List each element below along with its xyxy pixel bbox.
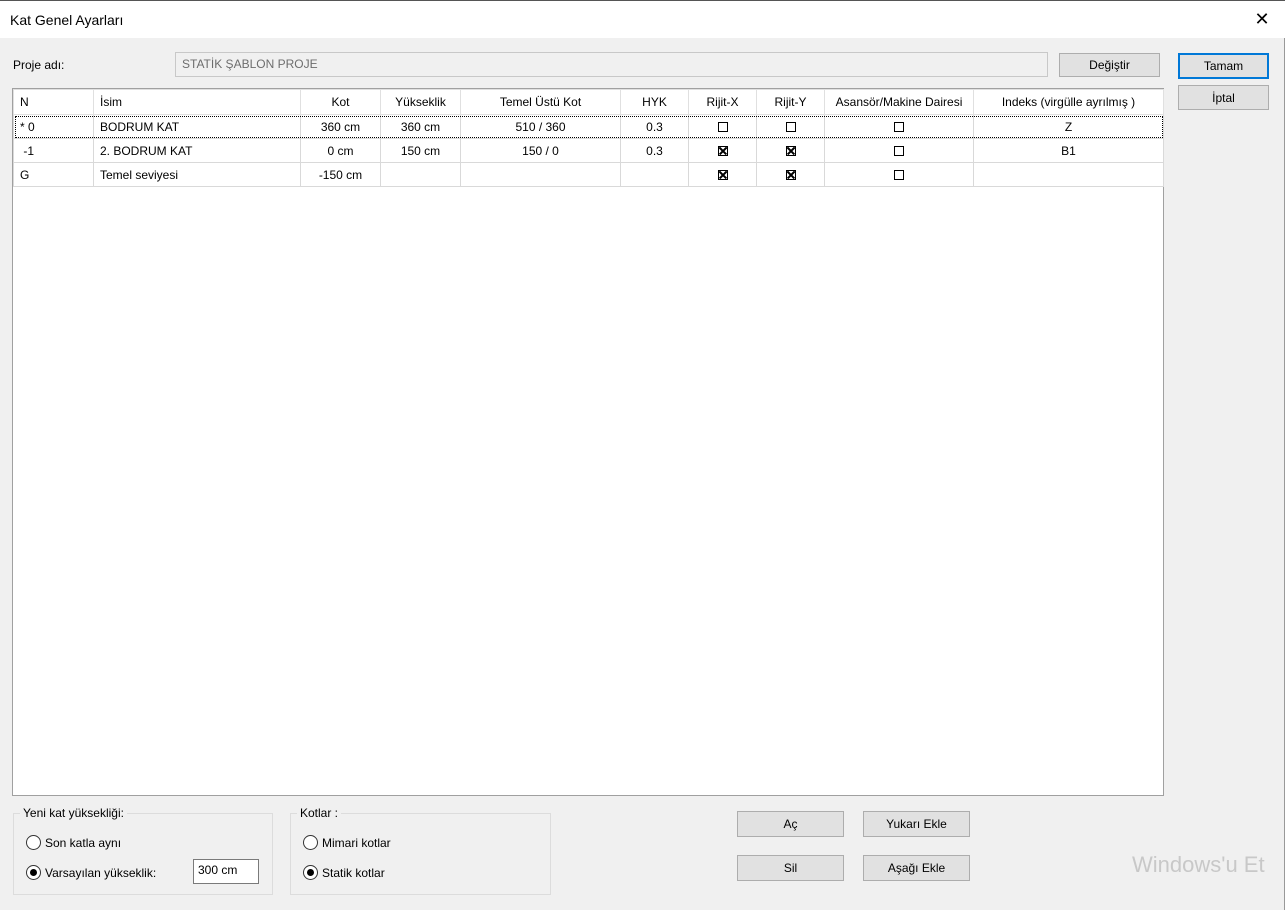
new-floor-height-legend: Yeni kat yüksekliği: — [20, 806, 127, 820]
col-header-kot[interactable]: Kot — [300, 89, 381, 115]
table-row[interactable]: -1 2. BODRUM KAT 0 cm 150 cm 150 / 0 0.3… — [13, 138, 1164, 163]
col-header-hyk[interactable]: HYK — [620, 89, 689, 115]
project-name-field[interactable]: STATİK ŞABLON PROJE — [175, 52, 1048, 77]
cell-hyk[interactable]: 0.3 — [620, 114, 689, 139]
cell-isim[interactable]: Temel seviyesi — [93, 162, 301, 187]
cell-n[interactable]: G — [13, 162, 94, 187]
cell-yukseklik[interactable]: 360 cm — [380, 114, 461, 139]
project-name-label: Proje adı: — [13, 58, 65, 72]
radio-default-height[interactable]: Varsayılan yükseklik: — [26, 865, 156, 880]
radio-static-levels-indicator[interactable] — [303, 865, 318, 880]
rijit-y-checkbox[interactable] — [785, 122, 796, 133]
default-height-input[interactable]: 300 cm — [193, 859, 259, 884]
add-above-button[interactable]: Yukarı Ekle — [863, 811, 970, 837]
cell-asansor[interactable] — [824, 138, 974, 163]
table-row[interactable]: * 0 BODRUM KAT 360 cm 360 cm 510 / 360 0… — [13, 114, 1164, 139]
radio-architectural-levels-label: Mimari kotlar — [322, 835, 391, 850]
cell-asansor[interactable] — [824, 114, 974, 139]
cell-temel-ustu-kot[interactable]: 510 / 360 — [460, 114, 621, 139]
delete-button[interactable]: Sil — [737, 855, 844, 881]
cell-kot[interactable]: -150 cm — [300, 162, 381, 187]
col-header-asansor[interactable]: Asansör/Makine Dairesi — [824, 89, 974, 115]
cell-indeks[interactable]: B1 — [973, 138, 1164, 163]
ok-button[interactable]: Tamam — [1178, 53, 1269, 79]
new-floor-height-group: Yeni kat yüksekliği: Son katla aynı Vars… — [13, 806, 273, 895]
rijit-x-checkbox[interactable] — [717, 146, 728, 157]
cell-yukseklik[interactable] — [380, 162, 461, 187]
asansor-checkbox[interactable] — [894, 146, 904, 157]
radio-same-as-last-label: Son katla aynı — [45, 835, 122, 850]
col-header-rijit-y[interactable]: Rijit-Y — [756, 89, 825, 115]
col-header-n[interactable]: N — [13, 89, 94, 115]
rijit-y-checkbox[interactable] — [785, 146, 796, 157]
close-icon[interactable]: ✕ — [1239, 1, 1285, 38]
asansor-checkbox[interactable] — [894, 170, 904, 181]
cell-isim[interactable]: 2. BODRUM KAT — [93, 138, 301, 163]
add-below-button[interactable]: Aşağı Ekle — [863, 855, 970, 881]
cell-n[interactable]: -1 — [13, 138, 94, 163]
cell-kot[interactable]: 360 cm — [300, 114, 381, 139]
rijit-x-checkbox[interactable] — [717, 170, 728, 181]
cell-rijit-y[interactable] — [756, 114, 825, 139]
radio-same-as-last[interactable]: Son katla aynı — [26, 835, 121, 850]
cell-hyk[interactable]: 0.3 — [620, 138, 689, 163]
rijit-y-checkbox[interactable] — [785, 170, 796, 181]
cell-rijit-y[interactable] — [756, 138, 825, 163]
cell-temel-ustu-kot[interactable]: 150 / 0 — [460, 138, 621, 163]
cell-kot[interactable]: 0 cm — [300, 138, 381, 163]
window-title: Kat Genel Ayarları — [10, 12, 124, 28]
col-header-yukseklik[interactable]: Yükseklik — [380, 89, 461, 115]
col-header-rijit-x[interactable]: Rijit-X — [688, 89, 757, 115]
table-header-row: N İsim Kot Yükseklik Temel Üstü Kot HYK … — [13, 89, 1164, 115]
activation-watermark: Windows'u Et — [1132, 852, 1265, 877]
cancel-button[interactable]: İptal — [1178, 85, 1269, 110]
cell-indeks[interactable]: Z — [973, 114, 1164, 139]
cell-asansor[interactable] — [824, 162, 974, 187]
col-header-indeks[interactable]: Indeks (virgülle ayrılmış ) — [973, 89, 1164, 115]
change-button[interactable]: Değiştir — [1059, 53, 1160, 77]
radio-default-height-label: Varsayılan yükseklik: — [45, 865, 157, 880]
levels-legend: Kotlar : — [297, 806, 342, 820]
open-button[interactable]: Aç — [737, 811, 844, 837]
dialog-content: Proje adı: STATİK ŞABLON PROJE Değiştir … — [0, 38, 1285, 910]
cell-rijit-x[interactable] — [688, 162, 757, 187]
cell-n[interactable]: * 0 — [13, 114, 94, 139]
cell-hyk[interactable] — [620, 162, 689, 187]
floor-table[interactable]: N İsim Kot Yükseklik Temel Üstü Kot HYK … — [12, 88, 1164, 796]
title-bar: Kat Genel Ayarları ✕ — [0, 0, 1285, 38]
asansor-checkbox[interactable] — [894, 122, 904, 133]
cell-temel-ustu-kot[interactable] — [460, 162, 621, 187]
radio-static-levels-label: Statik kotlar — [322, 865, 385, 880]
radio-architectural-levels-indicator[interactable] — [303, 835, 318, 850]
cell-rijit-x[interactable] — [688, 138, 757, 163]
cell-isim[interactable]: BODRUM KAT — [93, 114, 301, 139]
cell-yukseklik[interactable]: 150 cm — [380, 138, 461, 163]
levels-group: Kotlar : Mimari kotlar Statik kotlar — [290, 806, 551, 895]
cell-rijit-x[interactable] — [688, 114, 757, 139]
col-header-temel-ustu-kot[interactable]: Temel Üstü Kot — [460, 89, 621, 115]
col-header-isim[interactable]: İsim — [93, 89, 301, 115]
radio-same-as-last-indicator[interactable] — [26, 835, 41, 850]
radio-default-height-indicator[interactable] — [26, 865, 41, 880]
radio-static-levels[interactable]: Statik kotlar — [303, 865, 385, 880]
cell-rijit-y[interactable] — [756, 162, 825, 187]
table-row[interactable]: G Temel seviyesi -150 cm — [13, 162, 1164, 187]
rijit-x-checkbox[interactable] — [717, 122, 728, 133]
cell-indeks[interactable] — [973, 162, 1164, 187]
radio-architectural-levels[interactable]: Mimari kotlar — [303, 835, 391, 850]
